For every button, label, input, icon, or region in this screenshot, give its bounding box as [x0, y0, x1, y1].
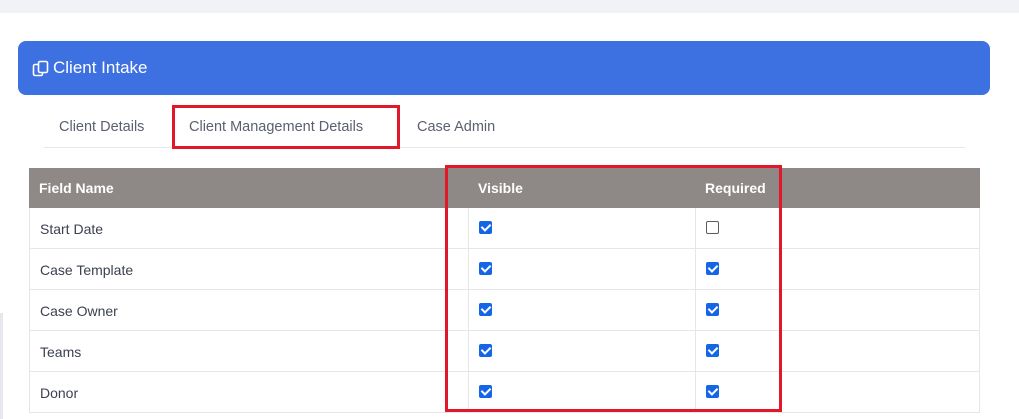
field-name-cell: Case Template	[40, 262, 134, 278]
tab-case-admin[interactable]: Case Admin	[417, 103, 495, 147]
page-title: Client Intake	[53, 58, 148, 77]
field-name-cell: Start Date	[40, 221, 104, 237]
field-name-cell: Donor	[40, 385, 79, 401]
field-name-cell: Teams	[40, 344, 82, 360]
field-name-cell: Case Owner	[40, 303, 118, 319]
highlight-box-tab	[172, 105, 400, 149]
copy-icon	[32, 60, 49, 77]
client-intake-header: Client Intake	[18, 41, 990, 95]
top-strip	[0, 0, 1019, 13]
left-edge-mark	[0, 313, 3, 419]
highlight-box-columns	[445, 165, 782, 412]
tab-client-details[interactable]: Client Details	[59, 103, 144, 147]
column-header-field-name: Field Name	[39, 180, 114, 196]
